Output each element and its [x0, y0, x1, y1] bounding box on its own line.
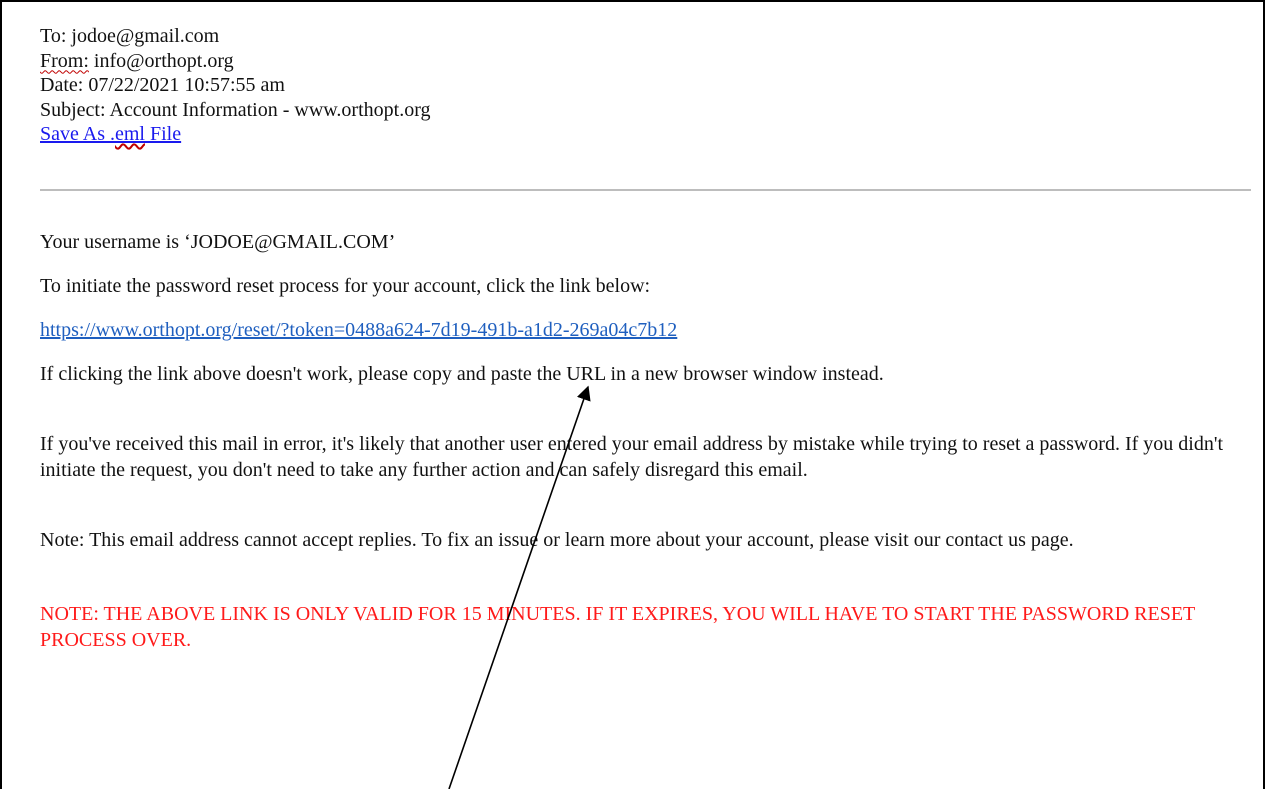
instruction-line: To initiate the password reset process f… — [40, 275, 651, 297]
date-value: 07/22/2021 10:57:55 am — [88, 74, 285, 96]
reset-link-paragraph: https://www.orthopt.org/reset/?token=048… — [40, 317, 1255, 343]
to-label: To: — [40, 25, 67, 47]
note-line: Note: This email address cannot accept r… — [40, 529, 1074, 551]
reset-password-link[interactable]: https://www.orthopt.org/reset/?token=048… — [40, 319, 677, 341]
header-divider — [40, 189, 1251, 191]
subject-row: Subject: Account Information - www.ortho… — [40, 98, 431, 123]
to-value: jodoe@gmail.com — [71, 25, 220, 47]
from-row: From: info@orthopt.org — [40, 49, 431, 74]
save-link-prefix: Save As . — [40, 123, 115, 145]
date-row: Date: 07/22/2021 10:57:55 am — [40, 73, 431, 98]
save-row: Save As .eml File — [40, 122, 431, 147]
from-label: From: — [40, 49, 89, 72]
error-line: If you've received this mail in error, i… — [40, 433, 1224, 481]
subject-label: Subject: — [40, 98, 106, 121]
from-value: info@orthopt.org — [93, 49, 234, 72]
save-as-eml-link[interactable]: Save As .eml File — [40, 123, 181, 145]
email-header: To: jodoe@gmail.com From: info@orthopt.o… — [40, 24, 431, 147]
date-label: Date: — [40, 74, 84, 96]
subject-value: Account Information - www.orthopt.org — [109, 98, 431, 121]
save-link-ext: eml — [115, 123, 145, 145]
warning-line: NOTE: THE ABOVE LINK IS ONLY VALID FOR 1… — [40, 603, 1195, 651]
to-row: To: jodoe@gmail.com — [40, 24, 431, 49]
save-link-suffix: File — [145, 123, 182, 145]
username-line: Your username is ‘JODOE@GMAIL.COM’ — [40, 231, 396, 253]
fallback-line: If clicking the link above doesn't work,… — [40, 363, 884, 385]
